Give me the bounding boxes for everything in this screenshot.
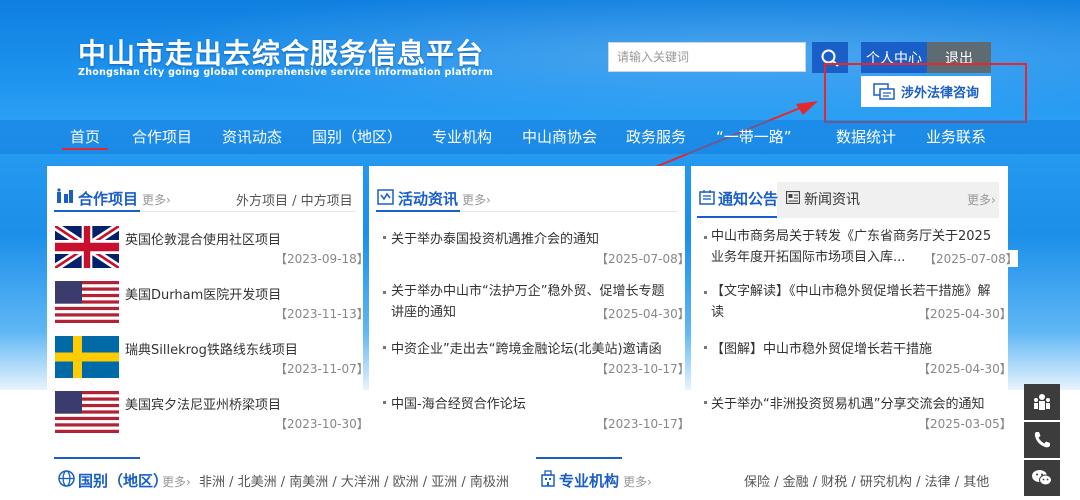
list-bullet [383,291,386,294]
us-flag [55,391,119,433]
activity-item-title[interactable]: 关于举办泰国投资机遇推介会的通知 [391,228,599,247]
list-bullet [383,401,386,404]
nav-belt-road[interactable]: “一带一路” [716,126,792,147]
list-bullet [704,401,707,404]
list-bullet [704,346,707,349]
side-service-button[interactable] [1024,384,1060,420]
notice-item-date: 【2025-04-30】 [918,307,1012,321]
activity-item-title[interactable]: 中资企业”走出去“跨境金融论坛(北美站)邀请函 [391,338,662,357]
institutions-title-underline [536,457,622,459]
notices-more-link[interactable]: 更多› [967,191,996,208]
nav-active-underline [62,148,108,150]
regions-list[interactable]: 非洲 / 北美洲 / 南美洲 / 大洋洲 / 欧洲 / 亚洲 / 南极洲 [199,471,509,490]
regions-more-link[interactable]: 更多› [162,473,191,490]
cooperation-more-link[interactable]: 更多› [142,191,171,208]
regions-title[interactable]: 国别（地区） [78,470,168,491]
globe-icon [58,470,75,487]
institutions-title[interactable]: 专业机构 [559,470,619,491]
notices-title-underline [697,216,777,218]
news-icon [786,191,800,204]
notice-item-date: 【2025-07-08】 [918,250,1018,267]
activities-divider [460,211,678,212]
nav-chamber[interactable]: 中山商协会 [522,126,597,147]
cooperation-item-date: 【2023-11-13】 [275,307,369,321]
cooperation-item-date: 【2023-09-18】 [275,252,369,266]
cooperation-item-title[interactable]: 美国宾夕法尼亚州桥梁项目 [125,394,281,413]
nav-institutions[interactable]: 专业机构 [432,126,492,147]
nav-contact[interactable]: 业务联系 [926,126,986,147]
notice-item-title[interactable]: 【图解】中山市稳外贸促增长若干措施 [711,338,932,357]
cooperation-item-date: 【2023-10-30】 [275,417,369,431]
cooperation-divider [140,211,356,212]
nav-government[interactable]: 政务服务 [626,126,686,147]
cooperation-item-date: 【2023-11-07】 [275,362,369,376]
tab-news[interactable]: 新闻资讯 [804,189,860,209]
notice-item-date: 【2025-04-30】 [918,362,1012,376]
activity-item-date: 【2025-04-30】 [596,307,690,321]
tab-notices[interactable]: 通知公告 [718,188,778,209]
us-flag [55,281,119,323]
phone-icon [1034,432,1050,448]
people-icon [1034,394,1050,410]
nav-cooperation[interactable]: 合作项目 [132,126,192,147]
activity-item-date: 【2023-10-17】 [596,362,690,376]
uk-flag [55,226,119,268]
activity-icon [377,189,394,205]
cooperation-title-underline [54,210,140,212]
list-bullet [383,346,386,349]
list-bullet [704,291,707,294]
activities-title[interactable]: 活动资讯 [398,188,458,209]
side-wechat-button[interactable] [1024,460,1060,496]
cooperation-icon [57,188,73,203]
side-phone-button[interactable] [1024,422,1060,458]
list-bullet [704,236,707,239]
institution-icon [541,470,555,487]
list-bullet [383,236,386,239]
activities-title-underline [376,210,460,212]
institutions-more-link[interactable]: 更多› [623,473,652,490]
cooperation-tabs[interactable]: 外方项目 / 中方项目 [236,190,353,209]
activities-more-link[interactable]: 更多› [462,191,491,208]
regions-title-underline [54,457,140,459]
activity-item-title[interactable]: 中国-海合经贸合作论坛 [391,393,526,412]
notice-item-title[interactable]: 关于举办“非洲投资贸易机遇”分享交流会的通知 [711,393,984,412]
nav-news[interactable]: 资讯动态 [222,126,282,147]
institutions-list[interactable]: 保险 / 金融 / 财税 / 研究机构 / 法律 / 其他 [744,471,989,490]
notice-item-date: 【2025-03-05】 [918,417,1012,431]
nav-statistics[interactable]: 数据统计 [836,126,896,147]
cooperation-title[interactable]: 合作项目 [78,188,138,209]
activity-item-date: 【2023-10-17】 [596,417,690,431]
nav-regions[interactable]: 国别（地区） [312,126,402,147]
wechat-icon [1032,470,1052,486]
nav-home[interactable]: 首页 [70,126,100,147]
cooperation-item-title[interactable]: 瑞典Sillekrog铁路线东线项目 [125,339,298,358]
cooperation-item-title[interactable]: 英国伦敦混合使用社区项目 [125,229,281,248]
sweden-flag [55,336,119,378]
cooperation-item-title[interactable]: 美国Durham医院开发项目 [125,284,281,303]
activity-item-date: 【2025-07-08】 [596,252,690,266]
notice-icon [699,190,715,205]
